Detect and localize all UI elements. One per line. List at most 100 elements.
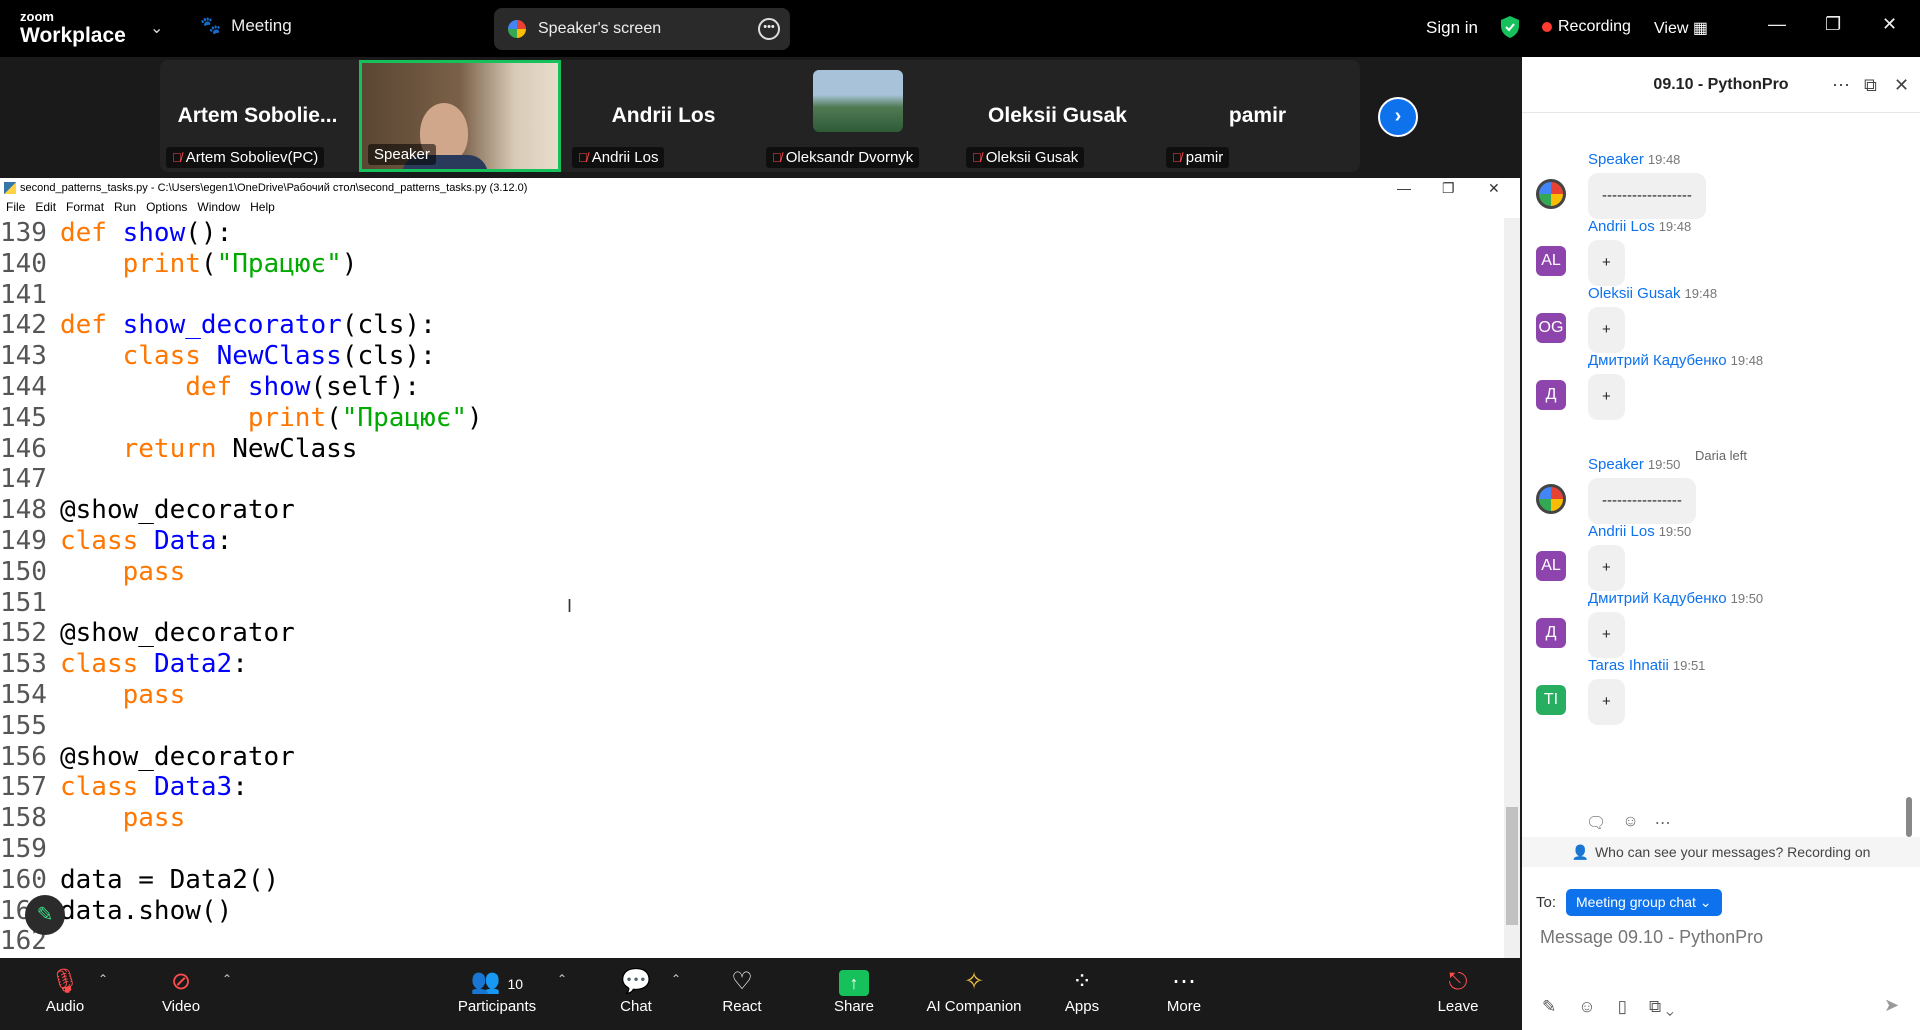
participant-tag: 🎙̸ Oleksii Gusak	[966, 147, 1085, 168]
participant-tile[interactable]: 🎙̸ Oleksandr Dvornyk	[760, 60, 955, 172]
compose-toolbar: ✎ ☺ ▯ ⧉ ⌄	[1542, 997, 1674, 1017]
participant-tile[interactable]: pamir 🎙̸ pamir	[1160, 60, 1355, 172]
screenshot-icon[interactable]: ⧉ ⌄	[1649, 997, 1674, 1017]
view-button[interactable]: View ▦	[1654, 18, 1708, 38]
person-icon: 👤	[1571, 843, 1589, 860]
more-options-icon[interactable]: ⋯	[1832, 75, 1850, 96]
participant-tag-label: Artem Soboliev(PC)	[185, 149, 319, 166]
message-bubble: +	[1588, 307, 1625, 353]
message-sender[interactable]: Oleksii Gusak 19:48	[1588, 285, 1717, 302]
menu-options[interactable]: Options	[146, 200, 187, 214]
sign-in-link[interactable]: Sign in	[1426, 18, 1478, 38]
reply-icon[interactable]: 🗨	[1586, 813, 1606, 833]
message-actions: 🗨 ☺ ⋯	[1586, 813, 1671, 833]
ai-companion-button[interactable]: ✧ AI Companion	[922, 966, 1026, 1015]
chevron-down-icon[interactable]: ⌄	[150, 18, 163, 38]
menu-edit[interactable]: Edit	[35, 200, 56, 214]
line-number: 144	[0, 371, 47, 402]
share-button[interactable]: ↑ Share	[830, 966, 878, 1015]
emoji-react-icon[interactable]: ☺	[1622, 813, 1638, 833]
audio-button[interactable]: 🎙 Audio	[40, 966, 90, 1015]
line-code: pass	[122, 803, 186, 834]
menu-run[interactable]: Run	[114, 200, 136, 214]
message-sender[interactable]: Taras Ihnatii 19:51	[1588, 657, 1705, 674]
line-code: print("Працює")	[122, 248, 358, 279]
idle-close-icon[interactable]: ✕	[1488, 180, 1500, 197]
chat-icon: 💬	[621, 968, 651, 995]
idle-restore-icon[interactable]: ❐	[1442, 180, 1455, 197]
message-sender[interactable]: Speaker 19:48	[1588, 151, 1680, 168]
menu-help[interactable]: Help	[250, 200, 275, 214]
screen-share-label: Speaker's screen	[538, 20, 662, 37]
more-button[interactable]: ⋯ More	[1160, 966, 1208, 1015]
line-number: 148	[0, 495, 47, 526]
screen-share-indicator[interactable]: Speaker's screen •••	[494, 8, 790, 50]
next-page-button[interactable]: ›	[1378, 97, 1418, 137]
more-options-icon[interactable]: •••	[758, 18, 780, 40]
menu-format[interactable]: Format	[66, 200, 104, 214]
line-code: pass	[122, 556, 186, 587]
privacy-notice[interactable]: 👤 Who can see your messages? Recording o…	[1522, 837, 1920, 867]
more-icon[interactable]: ⋯	[1655, 813, 1671, 833]
line-code: data = Data2()	[60, 864, 280, 895]
participant-tile[interactable]: Oleksii Gusak 🎙̸ Oleksii Gusak	[960, 60, 1155, 172]
text-cursor-icon: I	[567, 596, 573, 616]
react-button[interactable]: ♡ React	[718, 966, 766, 1015]
leave-button[interactable]: ⎋ Leave	[1434, 966, 1482, 1015]
menu-window[interactable]: Window	[197, 200, 240, 214]
message-sender[interactable]: Andrii Los 19:48	[1588, 218, 1691, 235]
avatar: Д	[1536, 618, 1566, 648]
pop-out-icon[interactable]: ⧉	[1864, 75, 1877, 96]
chat-options-caret[interactable]: ⌃	[671, 972, 681, 986]
message-sender[interactable]: Дмитрий Кадубенко 19:50	[1588, 590, 1763, 607]
menu-file[interactable]: File	[6, 200, 25, 214]
line-number: 159	[0, 833, 47, 864]
video-button[interactable]: ⊘ Video	[156, 966, 206, 1015]
participant-tile-active-speaker[interactable]: Speaker	[359, 60, 561, 172]
annotate-pen-button[interactable]: ✎	[25, 895, 65, 935]
shield-icon[interactable]	[1500, 15, 1520, 44]
emoji-icon[interactable]: ☺	[1578, 997, 1595, 1017]
chat-scrollbar[interactable]	[1906, 797, 1912, 837]
participant-tile[interactable]: Andrii Los 🎙̸ Andrii Los	[566, 60, 761, 172]
close-icon[interactable]: ✕	[1894, 75, 1909, 96]
line-number: 143	[0, 341, 47, 372]
format-icon[interactable]: ✎	[1542, 997, 1556, 1017]
line-code: class NewClass(cls):	[122, 341, 436, 372]
message-sender[interactable]: Andrii Los 19:50	[1588, 523, 1691, 540]
participant-tag: 🎙̸ Artem Soboliev(PC)	[166, 147, 325, 168]
participants-options-caret[interactable]: ⌃	[557, 972, 567, 986]
participant-tag: 🎙̸ pamir	[1166, 147, 1230, 168]
minimize-icon[interactable]: —	[1768, 14, 1786, 35]
line-code: return NewClass	[122, 433, 358, 464]
line-number: 149	[0, 525, 47, 556]
chat-button[interactable]: 💬 Chat	[615, 966, 657, 1015]
code-editor[interactable]: 139 def show(): 140 print("Працює") 141 142 d…	[0, 218, 1504, 958]
recording-indicator[interactable]: Recording	[1542, 18, 1631, 36]
restore-icon[interactable]: ❐	[1825, 14, 1841, 35]
participants-button[interactable]: 👥 10 Participants	[452, 966, 542, 1015]
more-icon: ⋯	[1172, 968, 1196, 995]
avatar: OG	[1536, 313, 1566, 343]
line-number: 156	[0, 741, 47, 772]
sender-name: Дмитрий Кадубенко	[1588, 590, 1727, 607]
recipient-dropdown[interactable]: Meeting group chat ⌄	[1566, 889, 1722, 916]
editor-scrollbar[interactable]	[1504, 218, 1520, 958]
meeting-info-button[interactable]: 🐾 Meeting	[200, 16, 292, 36]
logo-small: zoom	[20, 9, 54, 24]
audio-options-caret[interactable]: ⌃	[98, 972, 108, 986]
close-icon[interactable]: ✕	[1882, 14, 1897, 35]
editor-scroll-thumb[interactable]	[1506, 807, 1518, 925]
send-icon[interactable]: ➤	[1884, 995, 1899, 1016]
apps-button[interactable]: ⁘ Apps	[1058, 966, 1106, 1015]
participant-name: Artem Sobolie...	[177, 104, 338, 127]
participant-tile[interactable]: Artem Sobolie... 🎙̸ Artem Soboliev(PC)	[160, 60, 355, 172]
message-time: 19:48	[1647, 152, 1681, 167]
line-code: class Data3:	[60, 772, 248, 803]
idle-minimize-icon[interactable]: —	[1397, 180, 1411, 196]
video-options-caret[interactable]: ⌃	[222, 972, 232, 986]
message-time: 19:50	[1730, 591, 1764, 606]
message-sender[interactable]: Дмитрий Кадубенко 19:48	[1588, 352, 1763, 369]
message-input[interactable]	[1540, 927, 1900, 948]
file-icon[interactable]: ▯	[1618, 997, 1627, 1017]
